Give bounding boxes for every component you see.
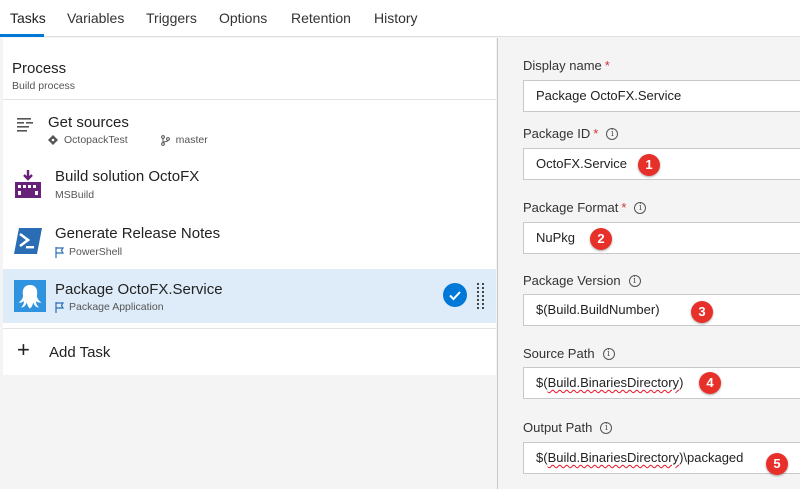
branch-name: master (175, 134, 208, 146)
tab-variables[interactable]: Variables (67, 10, 124, 26)
package-version-label-text: Package Version (523, 273, 621, 288)
process-title: Process (12, 60, 67, 77)
source-path-value-suffix: ) (679, 375, 684, 390)
task-title: Generate Release Notes (55, 225, 221, 242)
info-icon[interactable]: i (606, 127, 619, 140)
package-format-field[interactable]: NuPkg (523, 222, 800, 254)
tab-history[interactable]: History (374, 10, 418, 26)
task-subtitle: OctopackTest master (48, 134, 208, 146)
callout-badge-2: 2 (590, 228, 612, 250)
build-definition-editor: Tasks Variables Triggers Options Retenti… (0, 0, 800, 489)
output-path-field[interactable]: $(Build.BinariesDirectory)\packaged (523, 442, 800, 474)
get-sources-icon (17, 118, 33, 132)
tab-triggers[interactable]: Triggers (146, 10, 197, 26)
required-marker: * (593, 126, 599, 141)
required-marker: * (604, 58, 610, 73)
output-path-label-text: Output Path (523, 420, 593, 435)
package-format-label: Package Format * i (523, 200, 647, 215)
task-get-sources[interactable]: Get sources OctopackTest master (3, 102, 496, 156)
display-name-label-text: Display name (523, 58, 602, 73)
package-id-label: Package ID * i (523, 126, 619, 141)
flag-icon (55, 301, 65, 313)
task-list: Process Build process Get sources Octopa… (3, 38, 496, 375)
required-marker: * (621, 200, 627, 215)
tab-bar: Tasks Variables Triggers Options Retenti… (0, 0, 800, 37)
package-format-label-text: Package Format (523, 200, 619, 215)
task-build-solution[interactable]: Build solution OctoFX MSBuild (3, 156, 496, 212)
source-path-value-variable: Build.BinariesDirectory (547, 375, 680, 390)
task-subtitle-text: PowerShell (69, 246, 123, 258)
checkmark-icon (449, 291, 461, 301)
task-title: Build solution OctoFX (55, 168, 200, 185)
package-id-field[interactable]: OctoFX.Service (523, 148, 800, 180)
callout-badge-1: 1 (638, 154, 660, 176)
tab-retention[interactable]: Retention (291, 10, 351, 26)
powershell-icon (14, 228, 42, 254)
info-icon[interactable]: i (602, 347, 615, 360)
task-title: Get sources (48, 114, 129, 131)
output-path-value-suffix: )\packaged (679, 450, 744, 465)
info-icon[interactable]: i (600, 421, 613, 434)
branch-icon (160, 134, 170, 146)
output-path-label: Output Path i (523, 420, 613, 435)
callout-badge-5: 5 (766, 453, 788, 475)
task-list-pane: Process Build process Get sources Octopa… (0, 38, 497, 489)
octopus-icon (14, 280, 46, 312)
package-version-label: Package Version i (523, 273, 641, 288)
msbuild-icon (15, 170, 41, 198)
add-task-button[interactable]: + Add Task (3, 328, 496, 374)
callout-badge-3: 3 (691, 301, 713, 323)
repo-name: OctopackTest (64, 134, 128, 146)
tab-tasks[interactable]: Tasks (10, 10, 46, 26)
info-icon[interactable]: i (634, 201, 647, 214)
task-enabled-check[interactable] (443, 283, 467, 307)
plus-icon: + (17, 337, 30, 362)
repo-icon (48, 135, 58, 145)
task-title: Package OctoFX.Service (55, 281, 223, 298)
source-path-label: Source Path i (523, 346, 615, 361)
active-tab-indicator (0, 34, 44, 37)
flag-icon (55, 246, 65, 258)
task-subtitle: PowerShell (55, 246, 122, 258)
tab-options[interactable]: Options (219, 10, 267, 26)
process-header[interactable]: Process Build process (3, 38, 496, 100)
task-package-octofx-service[interactable]: Package OctoFX.Service Package Applicati… (3, 269, 496, 323)
task-subtitle-text: Package Application (69, 301, 164, 313)
display-name-label: Display name * (523, 58, 610, 73)
source-path-field[interactable]: $(Build.BinariesDirectory) (523, 367, 800, 399)
callout-badge-4: 4 (699, 372, 721, 394)
task-generate-release-notes[interactable]: Generate Release Notes PowerShell (3, 212, 496, 268)
process-subtitle: Build process (12, 80, 76, 92)
add-task-label: Add Task (49, 344, 111, 361)
source-path-value-prefix: $( (536, 375, 548, 390)
task-subtitle: Package Application (55, 301, 164, 313)
package-id-label-text: Package ID (523, 126, 591, 141)
task-properties-pane: Display name * Package OctoFX.Service Pac… (498, 38, 800, 489)
source-path-label-text: Source Path (523, 346, 595, 361)
output-path-value-variable: Build.BinariesDirectory (547, 450, 680, 465)
task-subtitle: MSBuild (55, 189, 95, 201)
package-version-field[interactable]: $(Build.BuildNumber) (523, 294, 800, 326)
display-name-field[interactable]: Package OctoFX.Service (523, 80, 800, 112)
info-icon[interactable]: i (628, 274, 641, 287)
output-path-value-prefix: $( (536, 450, 548, 465)
drag-handle-icon[interactable] (477, 283, 485, 309)
